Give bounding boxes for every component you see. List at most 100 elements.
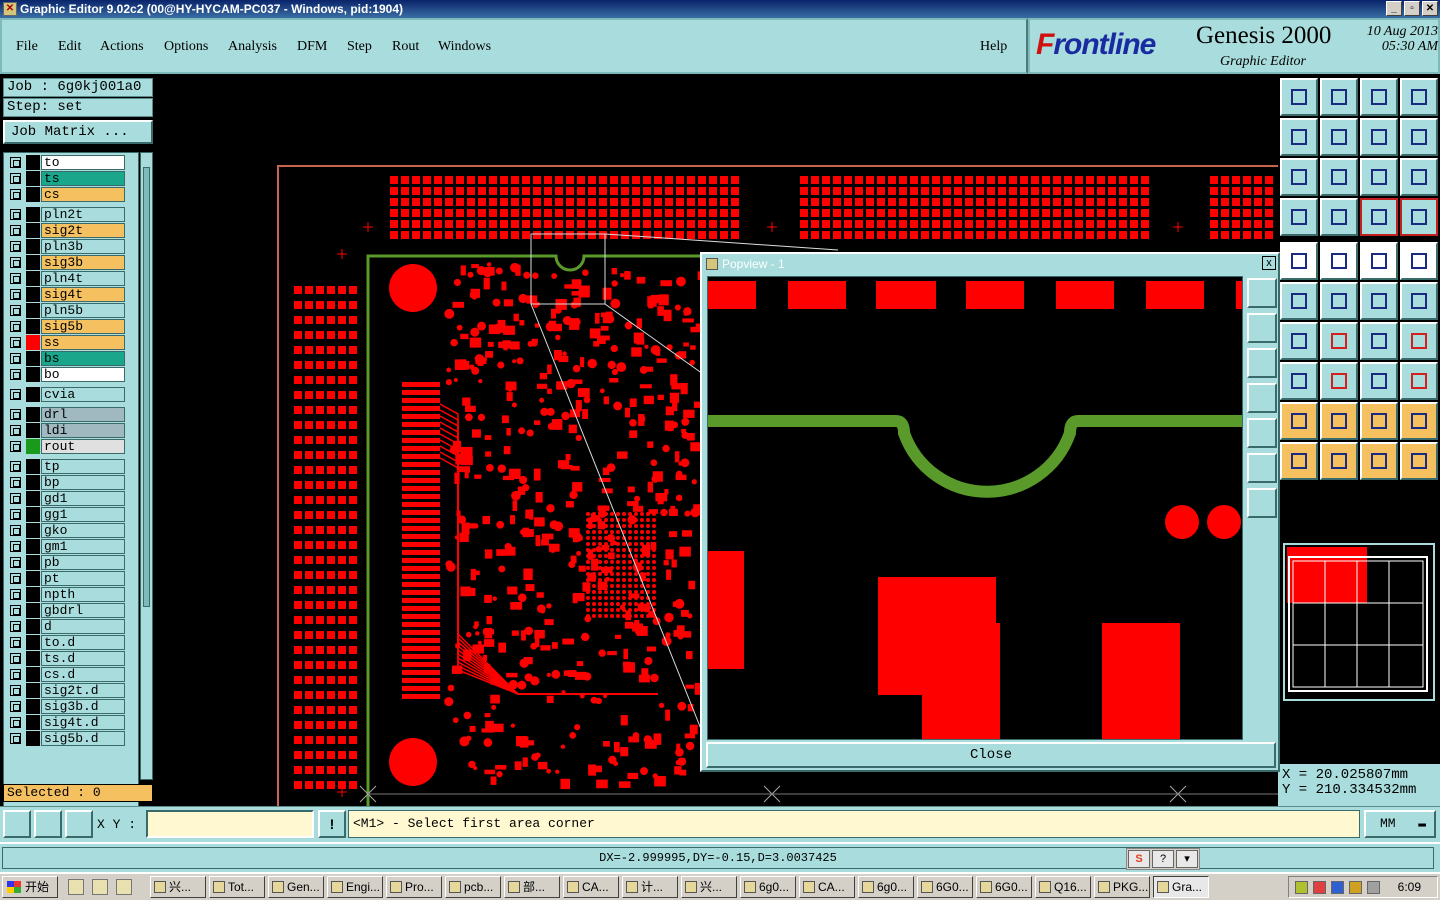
layer-name[interactable]: bs: [41, 351, 125, 366]
layer-name[interactable]: pln2t: [41, 207, 125, 222]
layer-name[interactable]: npth: [41, 587, 125, 602]
layer-row-ts[interactable]: ts: [6, 171, 126, 186]
popview-close-button[interactable]: Close: [706, 742, 1276, 768]
layer-name[interactable]: to.d: [41, 635, 125, 650]
layer-color-swatch[interactable]: [26, 155, 40, 170]
layer-name[interactable]: pb: [41, 555, 125, 570]
measure-button[interactable]: [34, 810, 62, 838]
layer-name[interactable]: gg1: [41, 507, 125, 522]
taskbar-item[interactable]: 6G0...: [976, 876, 1032, 898]
popview-window[interactable]: Popview - 1 x Close: [700, 252, 1280, 772]
layer-color-swatch[interactable]: [26, 387, 40, 402]
layer-name[interactable]: bp: [41, 475, 125, 490]
layer-name[interactable]: sig3b: [41, 255, 125, 270]
layer-color-swatch[interactable]: [26, 319, 40, 334]
fit-all-button[interactable]: [1280, 158, 1318, 196]
taskbar-item[interactable]: 部...: [504, 876, 560, 898]
layer-name[interactable]: tp: [41, 459, 125, 474]
layer-checkbox[interactable]: [10, 425, 21, 436]
layer-color-swatch[interactable]: [26, 715, 40, 730]
units-select[interactable]: MM ▬: [1364, 810, 1436, 838]
menu-windows[interactable]: Windows: [438, 39, 491, 55]
layer-row-bs[interactable]: bs: [6, 351, 126, 366]
layer-name[interactable]: sig2t: [41, 223, 125, 238]
quicklaunch-app-icon[interactable]: [116, 879, 132, 895]
layer-name[interactable]: sig5b.d: [41, 731, 125, 746]
popview-title-bar[interactable]: Popview - 1: [702, 254, 1278, 274]
layer-row-gd1[interactable]: gd1: [6, 491, 126, 506]
layer-color-swatch[interactable]: [26, 539, 40, 554]
popview-pan-up-button[interactable]: [1247, 313, 1277, 343]
select-line-button[interactable]: [1320, 242, 1358, 280]
layer-checkbox[interactable]: [10, 461, 21, 472]
feature-info-button[interactable]: [1280, 242, 1318, 280]
menu-edit[interactable]: Edit: [58, 39, 81, 55]
layer-row-pln5b[interactable]: pln5b: [6, 303, 126, 318]
layer-checkbox[interactable]: [10, 257, 21, 268]
taskbar-item[interactable]: 兴...: [150, 876, 206, 898]
layer-row-cs-d[interactable]: cs.d: [6, 667, 126, 682]
layer-name[interactable]: gko: [41, 523, 125, 538]
layer-color-swatch[interactable]: [26, 459, 40, 474]
taskbar-item[interactable]: Tot...: [209, 876, 265, 898]
layer-row-gko[interactable]: gko: [6, 523, 126, 538]
popview-zoom-in-button[interactable]: [1247, 278, 1277, 308]
snap-grid-button[interactable]: [65, 810, 93, 838]
layer-row-sig5b-d[interactable]: sig5b.d: [6, 731, 126, 746]
taskbar-item[interactable]: CA...: [563, 876, 619, 898]
layer-color-swatch[interactable]: [26, 555, 40, 570]
taskbar-item[interactable]: CA...: [799, 876, 855, 898]
layer-checkbox[interactable]: [10, 353, 21, 364]
scrollbar-thumb[interactable]: [143, 167, 150, 607]
flip-f-button[interactable]: [1400, 322, 1438, 360]
pan-left-button[interactable]: [1280, 118, 1318, 156]
layer-checkbox[interactable]: [10, 273, 21, 284]
triangle-c-button[interactable]: [1360, 402, 1398, 440]
layer-row-pt[interactable]: pt: [6, 571, 126, 586]
layer-name[interactable]: gbdrl: [41, 603, 125, 618]
layer-row-ss[interactable]: ss: [6, 335, 126, 350]
popview-close-icon[interactable]: x: [1262, 256, 1276, 270]
menu-analysis[interactable]: Analysis: [228, 39, 277, 55]
layer-color-swatch[interactable]: [26, 287, 40, 302]
ime-logo-icon[interactable]: S: [1128, 850, 1150, 868]
layer-name[interactable]: d: [41, 619, 125, 634]
taskbar-item[interactable]: 兴...: [681, 876, 737, 898]
taskbar-item[interactable]: PKG...: [1094, 876, 1150, 898]
layer-checkbox[interactable]: [10, 321, 21, 332]
taskbar-item[interactable]: 6G0...: [917, 876, 973, 898]
fit-window-button[interactable]: [1400, 78, 1438, 116]
taskbar-item[interactable]: Pro...: [386, 876, 442, 898]
menu-dfm[interactable]: DFM: [297, 39, 327, 55]
layer-color-swatch[interactable]: [26, 207, 40, 222]
dash-button[interactable]: [1320, 362, 1358, 400]
taskbar-item[interactable]: 6g0...: [740, 876, 796, 898]
window-title-bar[interactable]: ✕ Graphic Editor 9.02c2 (00@HY-HYCAM-PC0…: [0, 0, 1440, 18]
route-button[interactable]: [1400, 442, 1438, 480]
layer-checkbox[interactable]: [10, 305, 21, 316]
layer-checkbox[interactable]: [10, 541, 21, 552]
taskbar-item[interactable]: Gra...: [1153, 876, 1209, 898]
layer-color-swatch[interactable]: [26, 603, 40, 618]
layer-checkbox[interactable]: [10, 173, 21, 184]
taskbar-item[interactable]: 6g0...: [858, 876, 914, 898]
layer-color-swatch[interactable]: [26, 239, 40, 254]
layer-color-swatch[interactable]: [26, 367, 40, 382]
layer-row-sig2t-d[interactable]: sig2t.d: [6, 683, 126, 698]
layer-row-sig5b[interactable]: sig5b: [6, 319, 126, 334]
ime-menu-icon[interactable]: ▾: [1176, 850, 1198, 868]
layer-name[interactable]: ts: [41, 171, 125, 186]
start-button[interactable]: 开始: [2, 876, 58, 898]
layer-checkbox[interactable]: [10, 157, 21, 168]
layer-color-swatch[interactable]: [26, 651, 40, 666]
layer-color-swatch[interactable]: [26, 475, 40, 490]
layer-name[interactable]: rout: [41, 439, 125, 454]
layer-color-swatch[interactable]: [26, 587, 40, 602]
layer-row-pln2t[interactable]: pln2t: [6, 207, 126, 222]
tray-app-icon[interactable]: [1295, 881, 1308, 894]
layer-color-swatch[interactable]: [26, 683, 40, 698]
layer-checkbox[interactable]: [10, 653, 21, 664]
connect-points-button[interactable]: [1280, 282, 1318, 320]
layer-checkbox[interactable]: [10, 369, 21, 380]
layer-checkbox[interactable]: [10, 493, 21, 504]
